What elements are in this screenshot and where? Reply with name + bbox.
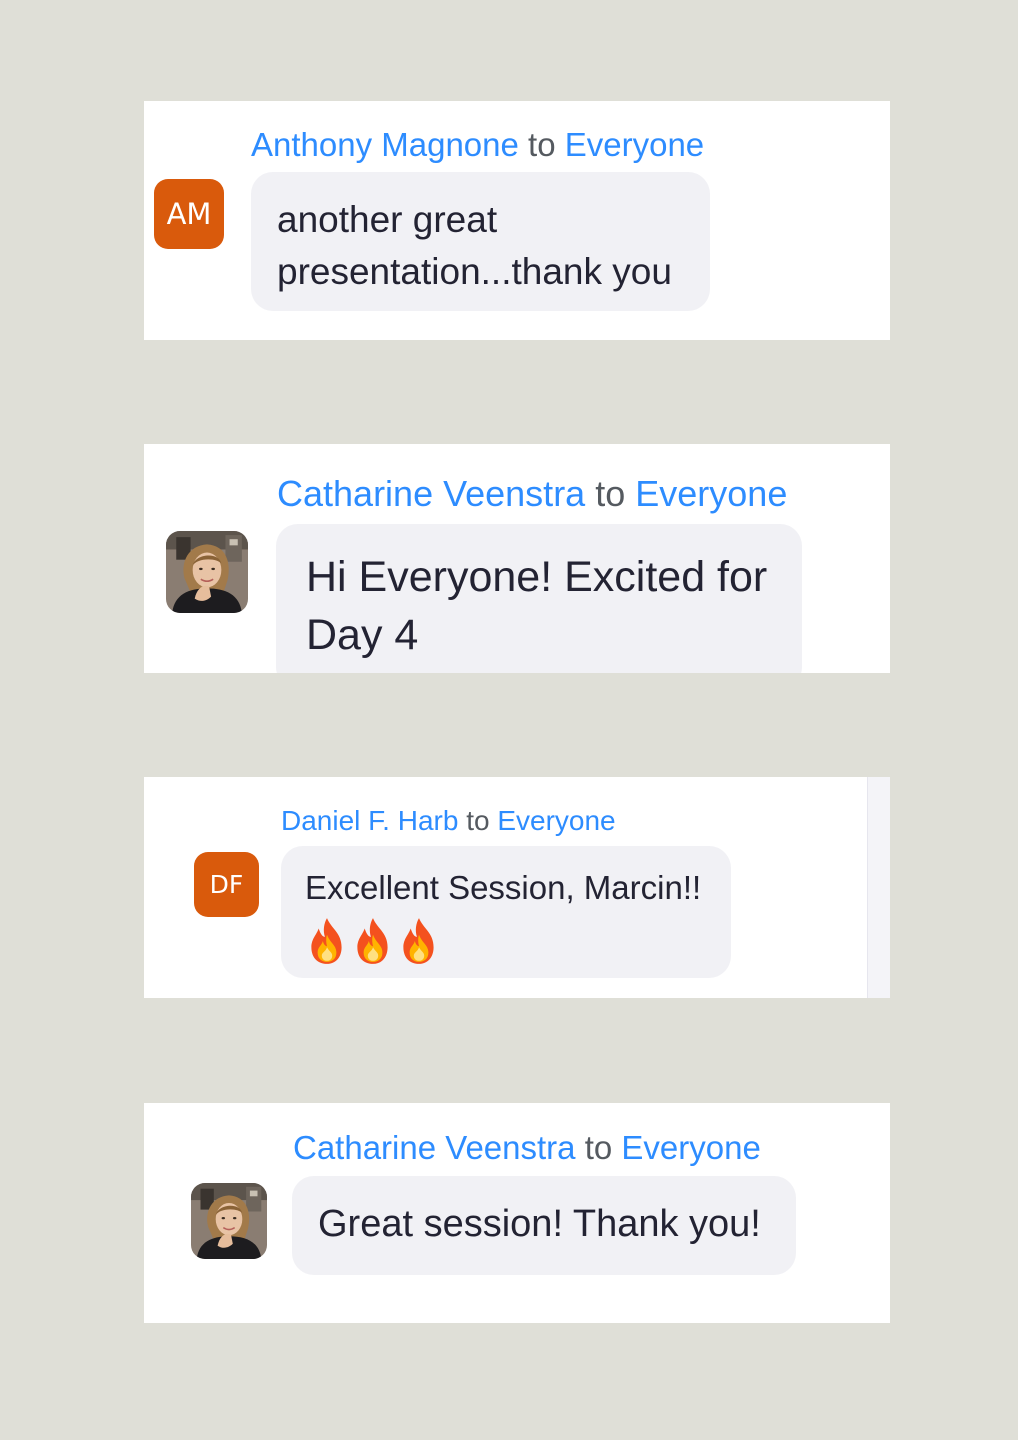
message-text-line: Excellent Session, Marcin!! xyxy=(305,869,702,906)
message-text-line: Hi Everyone! Excited for xyxy=(306,553,768,601)
fire-icon xyxy=(351,916,395,966)
message-header: Anthony Magnone to Everyone xyxy=(251,126,704,164)
scrollbar[interactable] xyxy=(867,777,890,998)
message-header: Daniel F. Harb to Everyone xyxy=(281,805,616,837)
to-label: to xyxy=(466,805,490,836)
recipient-name[interactable]: Everyone xyxy=(635,473,787,514)
chat-message-card: Anthony Magnone to Everyone AM another g… xyxy=(144,101,890,340)
chat-message-card: Catharine Veenstra to Everyone Hi Everyo… xyxy=(144,444,890,673)
recipient-name[interactable]: Everyone xyxy=(497,805,615,836)
avatar[interactable]: AM xyxy=(154,179,224,249)
message-header: Catharine Veenstra to Everyone xyxy=(293,1129,761,1167)
message-text-line: presentation...thank you xyxy=(277,251,672,292)
chat-message-card: Catharine Veenstra to Everyone Great ses… xyxy=(144,1103,890,1323)
message-text-line: Great session! Thank you! xyxy=(318,1203,761,1245)
avatar[interactable] xyxy=(166,531,248,613)
to-label: to xyxy=(584,1129,613,1166)
message-text-line: another great xyxy=(277,199,498,240)
message-bubble[interactable]: Excellent Session, Marcin!! xyxy=(281,846,731,978)
avatar[interactable] xyxy=(191,1183,267,1259)
sender-name[interactable]: Catharine Veenstra xyxy=(277,473,585,514)
emoji-row xyxy=(305,916,707,966)
message-header: Catharine Veenstra to Everyone xyxy=(277,473,787,515)
avatar-initials: DF xyxy=(209,870,244,899)
chat-message-card: Daniel F. Harb to Everyone DF Excellent … xyxy=(144,777,890,998)
recipient-name[interactable]: Everyone xyxy=(621,1129,760,1166)
message-bubble[interactable]: Hi Everyone! Excited for Day 4 xyxy=(276,524,802,673)
to-label: to xyxy=(528,126,556,163)
message-text-line: Day 4 xyxy=(306,611,419,659)
user-photo-icon xyxy=(191,1183,267,1259)
avatar-initials: AM xyxy=(166,197,212,231)
message-bubble[interactable]: another great presentation...thank you xyxy=(251,172,710,311)
message-bubble[interactable]: Great session! Thank you! xyxy=(292,1176,796,1275)
user-photo-icon xyxy=(166,531,248,613)
sender-name[interactable]: Anthony Magnone xyxy=(251,126,519,163)
fire-icon xyxy=(305,916,349,966)
fire-icon xyxy=(397,916,441,966)
sender-name[interactable]: Daniel F. Harb xyxy=(281,805,458,836)
to-label: to xyxy=(595,473,626,514)
avatar[interactable]: DF xyxy=(194,852,259,917)
recipient-name[interactable]: Everyone xyxy=(565,126,704,163)
sender-name[interactable]: Catharine Veenstra xyxy=(293,1129,576,1166)
